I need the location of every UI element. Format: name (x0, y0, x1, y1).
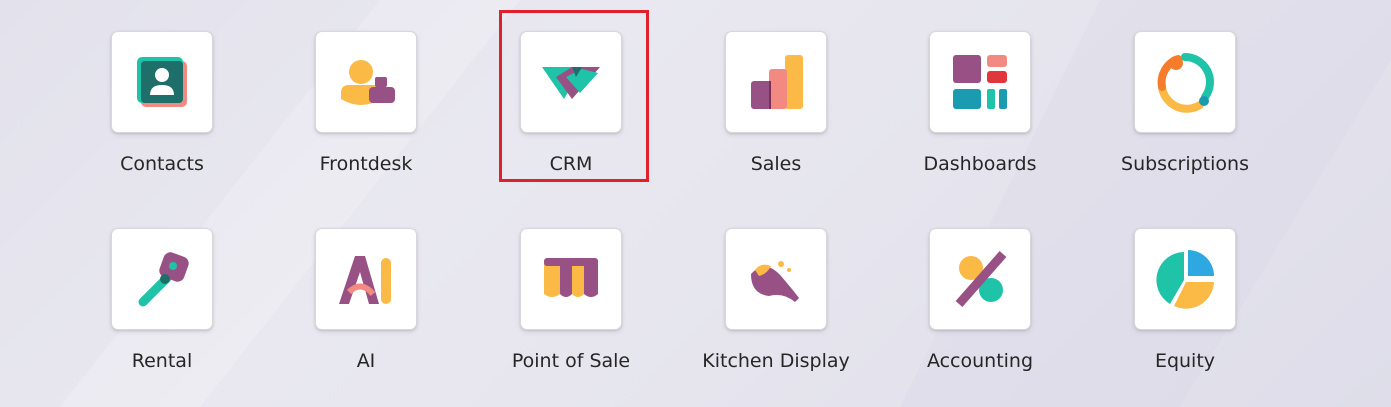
dashboards-icon (953, 55, 1007, 109)
app-equity[interactable]: Equity (1095, 228, 1275, 398)
app-tile[interactable] (315, 31, 417, 133)
app-accounting[interactable]: Accounting (890, 228, 1070, 398)
app-tile[interactable] (315, 228, 417, 330)
app-label: Dashboards (923, 153, 1037, 175)
point-of-sale-awning-icon (544, 258, 598, 297)
app-ai[interactable]: AI (276, 228, 456, 398)
rental-key-icon (138, 252, 189, 307)
app-kitchen-display[interactable]: Kitchen Display (686, 228, 866, 398)
app-label: Kitchen Display (702, 350, 850, 372)
frontdesk-icon (341, 60, 395, 105)
kitchen-display-icon (751, 261, 799, 302)
app-tile[interactable] (111, 228, 213, 330)
app-tile[interactable] (520, 228, 622, 330)
app-label: Contacts (120, 153, 204, 175)
app-label: Frontdesk (319, 153, 413, 175)
app-contacts[interactable]: Contacts (72, 31, 252, 201)
app-point-of-sale[interactable]: Point of Sale (481, 228, 661, 398)
app-tile[interactable] (111, 31, 213, 133)
app-tile[interactable] (1134, 31, 1236, 133)
crm-handshake-icon (542, 67, 600, 99)
app-sales[interactable]: Sales (686, 31, 866, 201)
app-label: Sales (750, 153, 802, 175)
app-tile[interactable] (1134, 228, 1236, 330)
subscriptions-cycle-icon (1157, 53, 1214, 113)
app-label: Subscriptions (1121, 153, 1249, 175)
app-label: Accounting (926, 350, 1034, 372)
app-tile[interactable] (725, 228, 827, 330)
app-tile[interactable] (520, 31, 622, 133)
contacts-icon (137, 57, 187, 107)
app-subscriptions[interactable]: Subscriptions (1095, 31, 1275, 201)
app-label: Point of Sale (511, 350, 631, 372)
app-tile[interactable] (929, 228, 1031, 330)
app-crm[interactable]: CRM (481, 31, 661, 201)
sales-chart-icon (751, 55, 803, 109)
app-label: Equity (1154, 350, 1216, 372)
ai-icon (339, 256, 391, 304)
app-tile[interactable] (725, 31, 827, 133)
app-label: AI (356, 350, 376, 372)
app-tile[interactable] (929, 31, 1031, 133)
app-rental[interactable]: Rental (72, 228, 252, 398)
accounting-percent-icon (955, 251, 1007, 307)
app-frontdesk[interactable]: Frontdesk (276, 31, 456, 201)
app-label: CRM (549, 153, 593, 175)
app-dashboards[interactable]: Dashboards (890, 31, 1070, 201)
app-grid: Contacts Frontdesk CRM Sales Dashboards … (0, 0, 1391, 407)
app-label: Rental (131, 350, 193, 372)
equity-pie-icon (1156, 250, 1214, 309)
